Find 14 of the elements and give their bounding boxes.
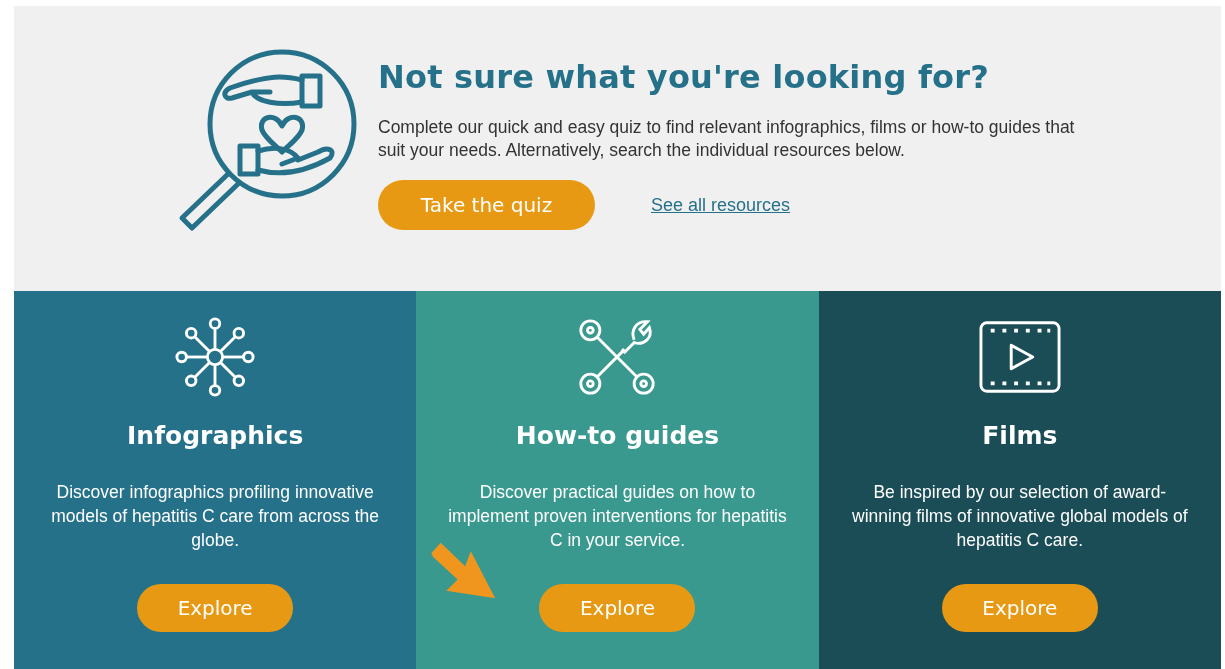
explore-button[interactable]: Explore: [137, 584, 294, 632]
quiz-button[interactable]: Take the quiz: [378, 180, 595, 230]
card-text: Discover infographics profiling innovative models of hepatitis C care from across the globe.: [50, 481, 381, 552]
explore-button[interactable]: Explore: [941, 584, 1098, 632]
card-title: Infographics: [127, 421, 304, 450]
explore-button[interactable]: Explore: [539, 584, 696, 632]
hero-title: Not sure what you're looking for?: [378, 58, 990, 96]
hero-text: Complete our quick and easy quiz to find relevant infographics, films or how-to guides that suit your needs. Alternatively, search the individual resources below.: [378, 116, 1076, 162]
card-title: Films: [982, 421, 1058, 450]
network-icon: [174, 317, 257, 397]
card-text: Be inspired by our selection of award-winning films of innovative global models of hepatitis C care.: [851, 481, 1189, 552]
card-title: How-to guides: [515, 421, 720, 450]
resources-link[interactable]: See all resources: [651, 194, 791, 216]
card-text: Discover practical guides on how to implement proven interventions for hepatitis C in your service.: [447, 481, 788, 552]
